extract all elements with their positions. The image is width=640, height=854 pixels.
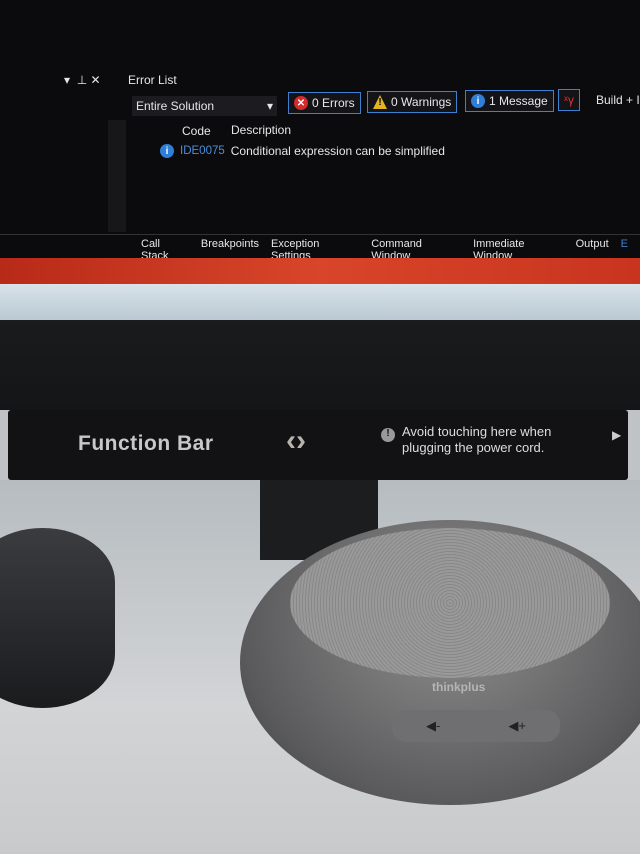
- filter-clear-icon: ˣγ: [564, 93, 574, 107]
- notice-line-1: Avoid touching here when: [402, 424, 552, 439]
- power-notice: Avoid touching here when plugging the po…: [402, 424, 551, 456]
- warnings-label: 0 Warnings: [391, 95, 452, 109]
- pane-title: Error List: [128, 73, 177, 87]
- warnings-filter-button[interactable]: ! 0 Warnings: [367, 91, 458, 113]
- brand-logo: thinkplus: [432, 680, 486, 694]
- column-header-description[interactable]: Description: [231, 123, 291, 137]
- code-link[interactable]: IDE0075: [180, 145, 225, 157]
- build-filter-dropdown[interactable]: Build + I: [596, 93, 640, 107]
- errors-label: 0 Errors: [312, 96, 355, 110]
- speaker-grille: [290, 528, 610, 678]
- puck-device: [0, 528, 115, 708]
- clear-filter-button[interactable]: ˣγ: [558, 89, 580, 111]
- chevron-down-icon: ▾: [266, 99, 273, 113]
- taskbar: [0, 284, 640, 322]
- messages-filter-button[interactable]: i 1 Message: [465, 90, 554, 112]
- pane-controls[interactable]: ▾ ⊥ ✕: [64, 73, 101, 87]
- monitor-bezel: [0, 320, 640, 410]
- column-header-code[interactable]: Code: [182, 124, 211, 138]
- status-bar: [0, 258, 640, 284]
- play-arrow-icon: ▶: [612, 428, 622, 442]
- error-icon: ✕: [294, 96, 308, 110]
- notice-line-2: plugging the power cord.: [402, 440, 545, 455]
- info-icon: i: [471, 94, 485, 108]
- code-brackets-icon: ‹›: [286, 424, 306, 457]
- description: Conditional expression can be simplified: [230, 144, 445, 158]
- warning-icon: !: [373, 95, 387, 109]
- alert-icon: !: [381, 428, 395, 442]
- scope-dropdown[interactable]: Entire Solution ▾: [132, 96, 277, 116]
- errors-filter-button[interactable]: ✕ 0 Errors: [288, 92, 361, 114]
- table-row[interactable]: i IDE0075 Conditional expression can be …: [160, 144, 445, 158]
- messages-label: 1 Message: [489, 94, 548, 108]
- info-icon: i: [160, 144, 174, 158]
- volume-down-icon[interactable]: ◀-: [426, 718, 440, 734]
- scope-value: Entire Solution: [136, 99, 215, 113]
- function-bar-label: Function Bar: [78, 432, 214, 455]
- volume-up-icon[interactable]: ◀+: [508, 718, 526, 734]
- volume-controls: ◀- ◀+: [392, 710, 560, 742]
- scrollbar[interactable]: [108, 120, 126, 232]
